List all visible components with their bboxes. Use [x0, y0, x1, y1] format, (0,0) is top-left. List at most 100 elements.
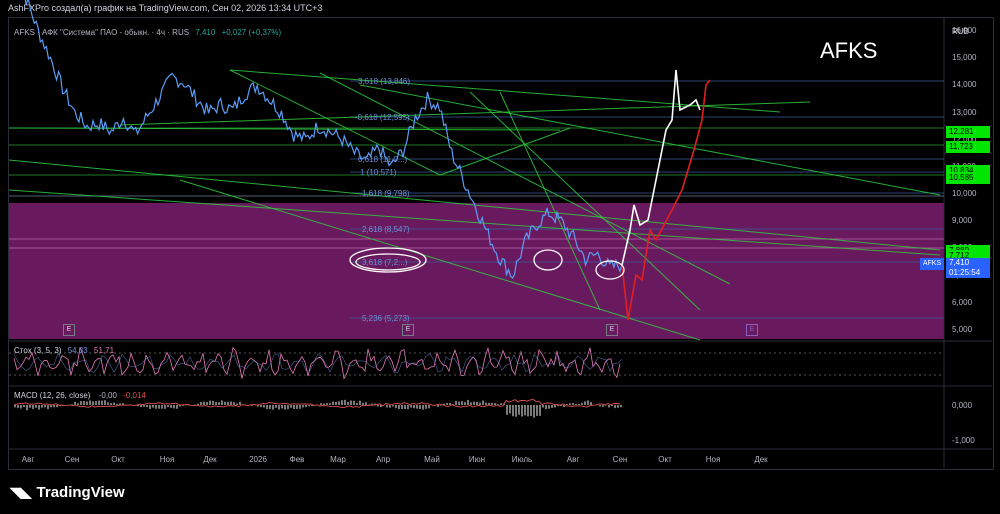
macd-bar	[107, 402, 109, 405]
time-tick: Сен	[612, 455, 628, 464]
macd-bar	[269, 405, 271, 410]
chart-canvas[interactable]	[0, 0, 1000, 514]
macd-bar	[485, 402, 487, 405]
macd-bar	[455, 400, 457, 405]
macd-label: MACD (12, 26, close)	[14, 391, 91, 400]
macd-bar	[344, 399, 346, 405]
macd-bar	[473, 401, 475, 405]
macd-bar	[521, 405, 523, 417]
tradingview-logo-text: TradingView	[36, 484, 125, 501]
fib-label: 1,618 (9,798)	[362, 189, 410, 198]
macd-bar	[530, 405, 532, 417]
tradingview-logo[interactable]: ◥◣ TradingView	[10, 484, 125, 501]
macd-bar	[353, 400, 355, 405]
earnings-marker-1[interactable]: E	[63, 324, 75, 336]
fib-label: 3,618 (13,846)	[358, 77, 411, 86]
time-tick: Фев	[289, 455, 305, 464]
macd-bar	[545, 405, 547, 410]
macd-bar	[221, 400, 223, 405]
macd-bar	[170, 405, 172, 408]
macd-bar	[47, 405, 49, 410]
stoch-label: Стох (3, 5, 3)	[14, 346, 62, 355]
macd-bar	[302, 405, 304, 408]
macd-bar	[35, 405, 37, 408]
current-price: 7,410	[946, 258, 990, 268]
macd-v2: -0,014	[123, 391, 146, 400]
macd-bar	[149, 405, 151, 409]
macd-bar	[566, 404, 568, 405]
macd-bar	[416, 405, 418, 409]
earnings-marker-4[interactable]: E	[746, 324, 758, 336]
time-tick: Окт	[658, 455, 672, 464]
macd-bar	[359, 400, 361, 405]
macd-bar	[518, 405, 520, 415]
macd-bar	[32, 405, 34, 410]
macd-bar	[425, 405, 427, 409]
macd-bar	[542, 405, 544, 408]
last-price: 7,410	[195, 28, 216, 37]
macd-bar	[479, 402, 481, 405]
price-tick: 6,000	[952, 297, 973, 307]
macd-bar	[89, 400, 91, 405]
macd-bar	[230, 401, 232, 405]
macd-bar	[305, 405, 307, 408]
price-tick: 10,000	[952, 189, 977, 199]
earnings-marker-3[interactable]: E	[606, 324, 618, 336]
macd-bar	[428, 405, 430, 409]
stoch-legend: Стох (3, 5, 3) 54,33 51,71	[14, 346, 114, 355]
macd-bar	[86, 401, 88, 405]
macd-bar	[326, 403, 328, 405]
macd-bar	[491, 402, 493, 405]
macd-bar	[83, 401, 85, 405]
macd-bar	[53, 405, 55, 408]
macd-bar	[377, 405, 379, 407]
time-tick: Ноя	[705, 455, 721, 464]
level-tag: 12,281	[946, 126, 990, 139]
fib-label: 2,618 (8,547)	[362, 225, 410, 234]
current-symbol: AFKS	[920, 258, 944, 270]
macd-bar	[278, 405, 280, 410]
macd-bar	[143, 405, 145, 407]
currency-label: RUB	[952, 27, 969, 36]
macd-bar	[239, 401, 241, 405]
level-tag: 10,585	[946, 172, 990, 185]
macd-bar	[224, 401, 226, 405]
macd-bar	[551, 405, 553, 408]
price-tick: 9,000	[952, 216, 973, 226]
macd-bar	[476, 401, 478, 405]
macd-bar	[56, 405, 58, 408]
macd-bar	[404, 405, 406, 410]
macd-bar	[350, 400, 352, 405]
macd-bar	[161, 405, 163, 409]
macd-bar	[347, 401, 349, 405]
macd-bar	[173, 405, 175, 409]
earnings-marker-2[interactable]: E	[402, 324, 414, 336]
fib-label: 0,618 (11,0...)	[358, 155, 408, 164]
time-tick: Июль	[511, 455, 533, 464]
macd-bar	[101, 400, 103, 405]
macd-axis-0: 0,000	[952, 401, 973, 410]
macd-bar	[209, 400, 211, 405]
macd-bar	[410, 405, 412, 408]
stoch-k: 54,33	[67, 346, 88, 355]
macd-bar	[74, 401, 76, 405]
symbol-title: AFKS	[820, 38, 878, 63]
time-tick: Дек	[203, 455, 217, 464]
macd-bar	[20, 405, 22, 409]
macd-bar	[401, 405, 403, 410]
macd-bar	[158, 405, 160, 409]
fib-label: 1 (10,571)	[360, 168, 397, 177]
macd-bar	[197, 403, 199, 405]
macd-axis-1: -1,000	[952, 436, 975, 445]
macd-bar	[458, 401, 460, 405]
macd-bar	[323, 403, 325, 405]
macd-bar	[407, 405, 409, 410]
macd-bar	[260, 405, 262, 408]
macd-bar	[233, 402, 235, 405]
macd-bar	[572, 403, 574, 405]
macd-bar	[548, 405, 550, 409]
macd-bar	[389, 405, 391, 408]
macd-bar	[119, 403, 121, 405]
macd-bar	[275, 405, 277, 408]
macd-bar	[362, 402, 364, 405]
